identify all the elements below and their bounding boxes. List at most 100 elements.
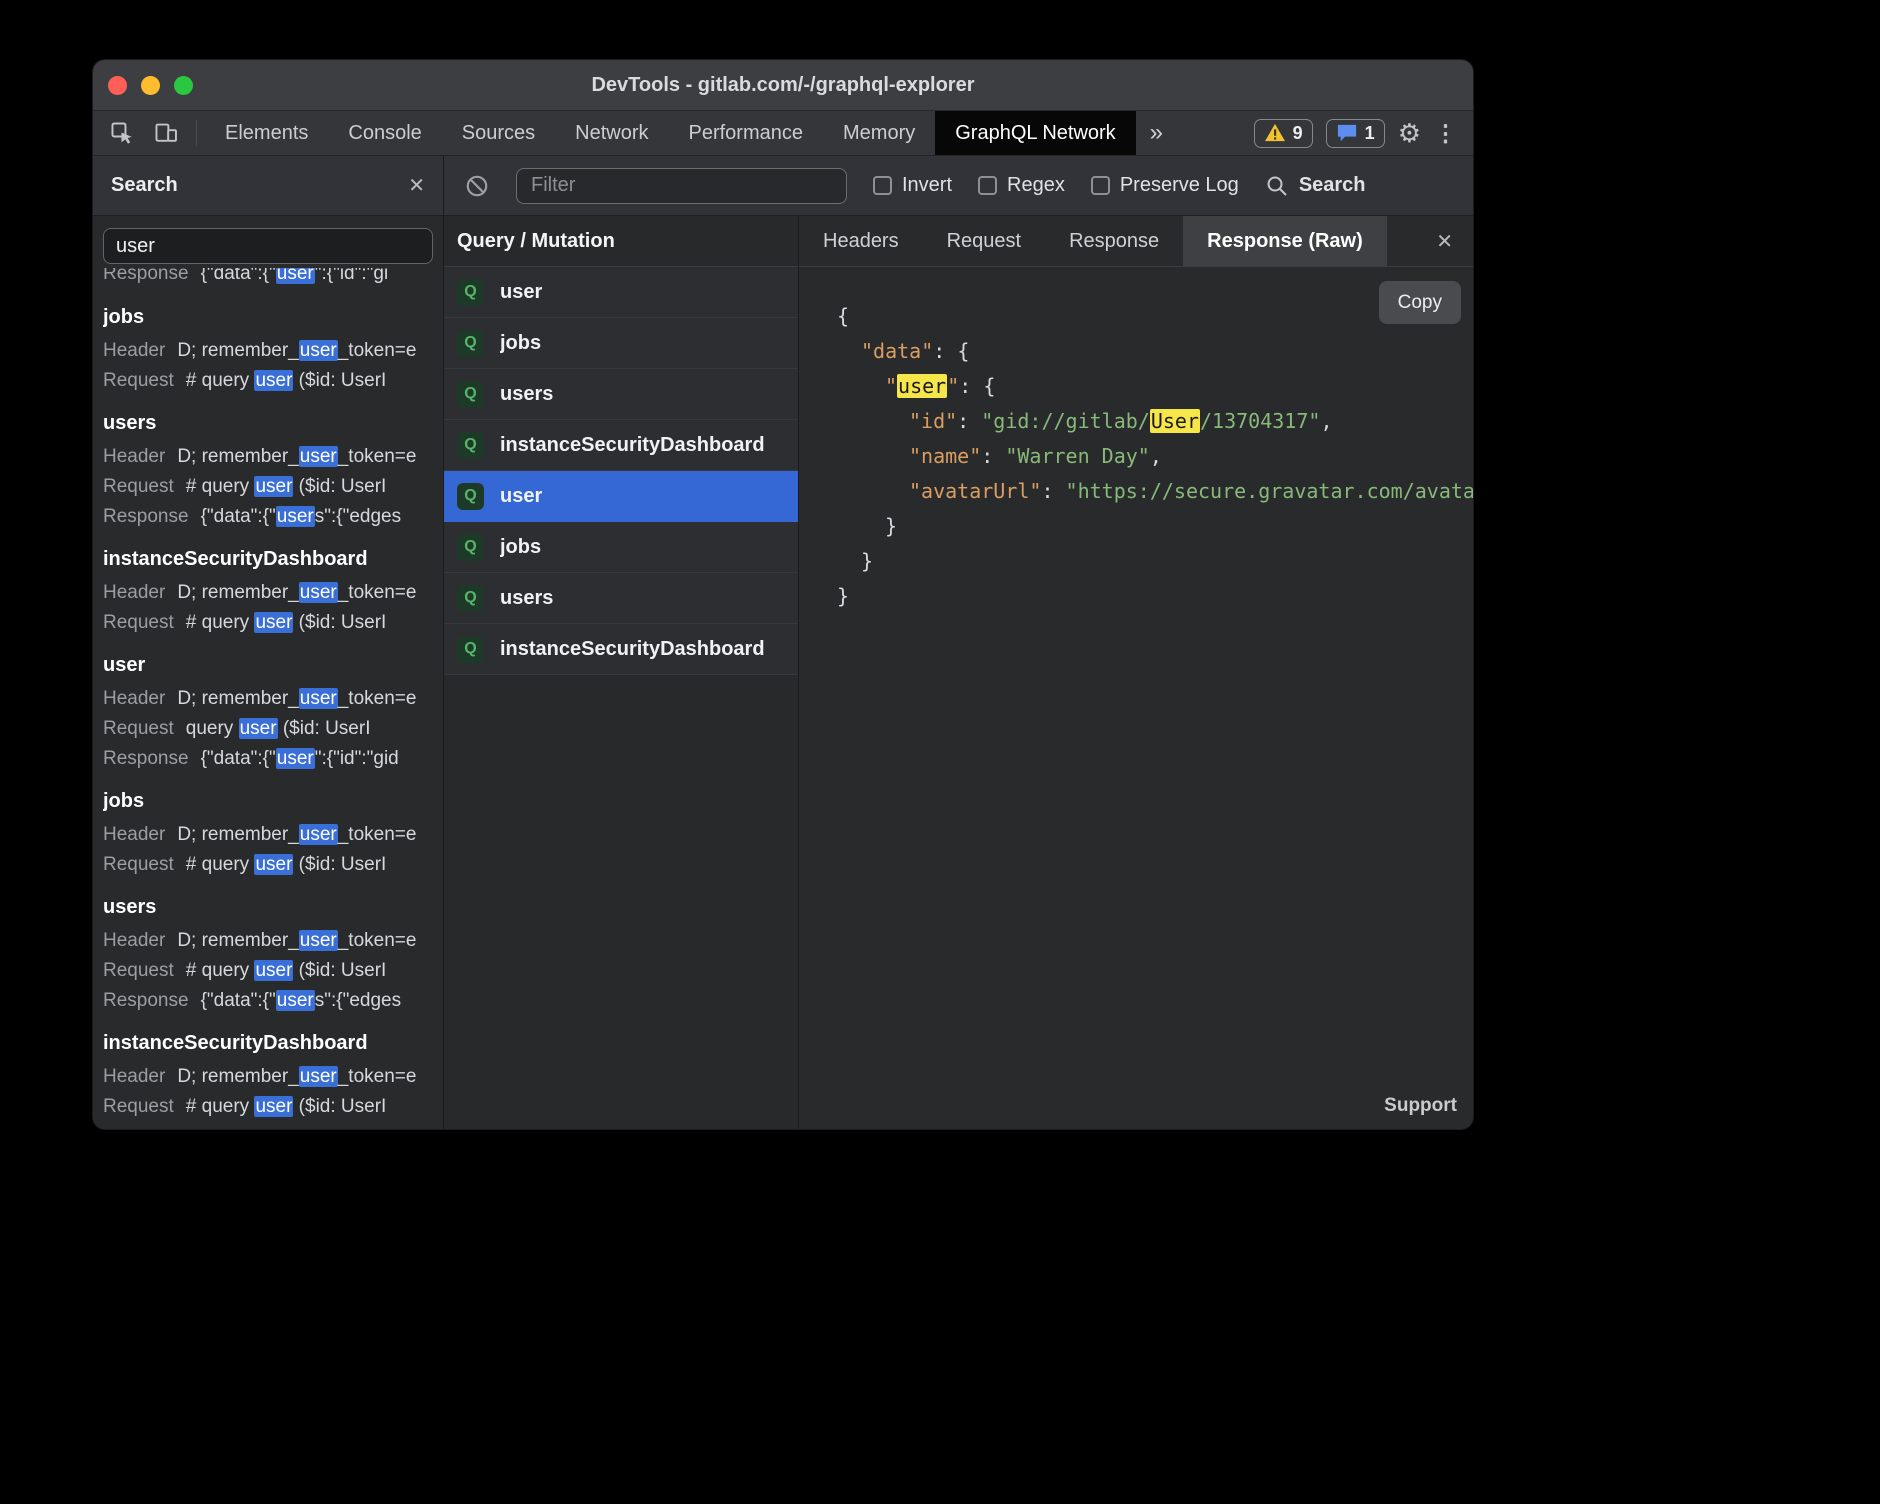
- close-window-button[interactable]: [108, 76, 127, 95]
- close-detail-icon[interactable]: ✕: [1416, 216, 1473, 266]
- query-label: instanceSecurityDashboard: [500, 434, 765, 457]
- regex-checkbox[interactable]: Regex: [978, 174, 1065, 197]
- search-result-line[interactable]: HeaderD; remember_user_token=e: [103, 684, 433, 714]
- search-results-list: Response{"data":{"user":{"id":"gi jobs Hea…: [93, 264, 443, 1129]
- search-result-text: D; remember_: [177, 688, 298, 709]
- search-result-line[interactable]: Request# query user ($id: UserI: [103, 472, 433, 502]
- issue-count: 1: [1365, 123, 1375, 144]
- warnings-badge[interactable]: 9: [1254, 119, 1313, 148]
- search-panel: Search ✕ Response{"data":{"user":{"id":"…: [93, 156, 444, 1129]
- tab-performance[interactable]: Performance: [669, 111, 824, 155]
- search-input[interactable]: [103, 228, 433, 264]
- tab-network[interactable]: Network: [555, 111, 668, 155]
- tab-headers[interactable]: Headers: [799, 216, 923, 266]
- filter-input[interactable]: [516, 168, 847, 204]
- more-tabs-chevron[interactable]: »: [1136, 111, 1177, 155]
- search-result-section[interactable]: users: [103, 408, 433, 438]
- clear-log-icon[interactable]: [464, 173, 490, 199]
- search-result-clipped[interactable]: Response{"data":{"user":{"id":"gi: [103, 268, 433, 290]
- json-token: :: [1041, 479, 1065, 503]
- search-result-line[interactable]: Request# query user ($id: UserI: [103, 850, 433, 880]
- search-result-line[interactable]: HeaderD; remember_user_token=e: [103, 578, 433, 608]
- tab-sources[interactable]: Sources: [442, 111, 555, 155]
- search-result-section[interactable]: user: [103, 650, 433, 680]
- inspect-element-icon[interactable]: [93, 111, 144, 155]
- search-result-line[interactable]: HeaderD; remember_user_token=e: [103, 442, 433, 472]
- search-result-kind: Response: [103, 506, 189, 527]
- device-toolbar-icon[interactable]: [144, 111, 188, 155]
- query-row-instancesecuritydashboard[interactable]: QinstanceSecurityDashboard: [444, 624, 798, 675]
- invert-checkbox[interactable]: Invert: [873, 174, 952, 197]
- checkbox-icon: [873, 176, 892, 195]
- search-match-highlight: user: [299, 340, 338, 361]
- settings-gear-icon[interactable]: ⚙: [1398, 120, 1421, 146]
- query-type-icon: Q: [457, 330, 484, 357]
- search-result-text: ($id: UserI: [278, 718, 371, 739]
- search-match-highlight: user: [254, 1096, 293, 1117]
- warning-icon: [1264, 123, 1286, 143]
- search-result-line[interactable]: HeaderD; remember_user_token=e: [103, 820, 433, 850]
- query-type-icon: Q: [457, 279, 484, 306]
- json-token: }: [861, 549, 873, 573]
- query-type-icon: Q: [457, 585, 484, 612]
- search-result-text: {"data":{": [201, 506, 276, 527]
- maximize-window-button[interactable]: [174, 76, 193, 95]
- search-result-kind: Request: [103, 476, 174, 497]
- search-result-line[interactable]: Response{"data":{"user":{"id":"gid: [103, 744, 433, 774]
- copy-button[interactable]: Copy: [1379, 281, 1461, 324]
- search-result-section[interactable]: instanceSecurityDashboard: [103, 1028, 433, 1058]
- search-panel-title: Search: [111, 174, 178, 197]
- query-row-user[interactable]: Quser: [444, 267, 798, 318]
- tab-response-raw[interactable]: Response (Raw): [1183, 216, 1387, 266]
- query-row-users[interactable]: Qusers: [444, 369, 798, 420]
- query-row-jobs[interactable]: Qjobs: [444, 318, 798, 369]
- query-row-user[interactable]: Quser: [444, 471, 798, 522]
- minimize-window-button[interactable]: [141, 76, 160, 95]
- search-result-text: # query: [186, 1096, 255, 1117]
- desktop-background: DevTools - gitlab.com/-/graphql-explorer…: [0, 0, 1880, 1504]
- filter-toolbar: Invert Regex Preserve Log: [444, 156, 1473, 216]
- search-result-line[interactable]: HeaderD; remember_user_token=e: [103, 1062, 433, 1092]
- issues-badge[interactable]: 1: [1326, 119, 1385, 148]
- search-result-line[interactable]: Response{"data":{"users":{"edges: [103, 986, 433, 1016]
- search-match-highlight: user: [254, 854, 293, 875]
- tab-console[interactable]: Console: [328, 111, 441, 155]
- search-match-highlight: user: [276, 506, 315, 527]
- tab-elements[interactable]: Elements: [205, 111, 328, 155]
- search-result-line[interactable]: HeaderD; remember_user_token=e: [103, 336, 433, 366]
- search-result-line[interactable]: Request# query user ($id: UserI: [103, 1092, 433, 1122]
- search-result-line[interactable]: Requestquery user ($id: UserI: [103, 714, 433, 744]
- panes: Query / Mutation QuserQjobsQusersQinstan…: [444, 216, 1473, 1129]
- search-result-line[interactable]: Request# query user ($id: UserI: [103, 956, 433, 986]
- search-result-line[interactable]: Request# query user ($id: UserI: [103, 608, 433, 638]
- search-result-text: {"data":{": [201, 990, 276, 1011]
- search-result-section[interactable]: jobs: [103, 786, 433, 816]
- tab-graphql-network[interactable]: GraphQL Network: [935, 111, 1135, 155]
- query-row-jobs[interactable]: Qjobs: [444, 522, 798, 573]
- search-result-line[interactable]: Response {"data":{"users":{"edges: [103, 502, 433, 532]
- kebab-menu-icon[interactable]: ⋮: [1434, 122, 1457, 145]
- search-result-kind: Request: [103, 1096, 174, 1117]
- json-line: "id": "gid://gitlab/User/13704317",: [837, 404, 1473, 439]
- tab-memory[interactable]: Memory: [823, 111, 935, 155]
- toolbar-search-button[interactable]: Search: [1265, 174, 1366, 198]
- search-result-text: s":{"edges: [315, 506, 401, 527]
- search-result-line[interactable]: Request# query user ($id: UserI: [103, 366, 433, 396]
- search-result-section[interactable]: users: [103, 892, 433, 922]
- search-result-line[interactable]: HeaderD; remember_user_token=e: [103, 926, 433, 956]
- search-result-kind: Request: [103, 718, 174, 739]
- toolbar-divider: [196, 120, 197, 146]
- close-search-panel-icon[interactable]: ✕: [408, 176, 425, 196]
- search-result-kind: Header: [103, 930, 165, 951]
- support-link[interactable]: Support: [1384, 1095, 1457, 1117]
- preserve-log-checkbox[interactable]: Preserve Log: [1091, 174, 1239, 197]
- search-result-section[interactable]: instanceSecurityDashboard: [103, 544, 433, 574]
- response-raw-view: Copy {"data": {"user": {"id": "gid://git…: [799, 267, 1473, 1129]
- tab-response[interactable]: Response: [1045, 216, 1183, 266]
- search-result-line[interactable]: Response{"data":{"user":{"id":"gi: [103, 268, 433, 289]
- query-row-users[interactable]: Qusers: [444, 573, 798, 624]
- search-result-section[interactable]: jobs: [103, 302, 433, 332]
- tab-request[interactable]: Request: [923, 216, 1046, 266]
- query-row-instancesecuritydashboard[interactable]: QinstanceSecurityDashboard: [444, 420, 798, 471]
- search-result-text: _token=e: [338, 1066, 417, 1087]
